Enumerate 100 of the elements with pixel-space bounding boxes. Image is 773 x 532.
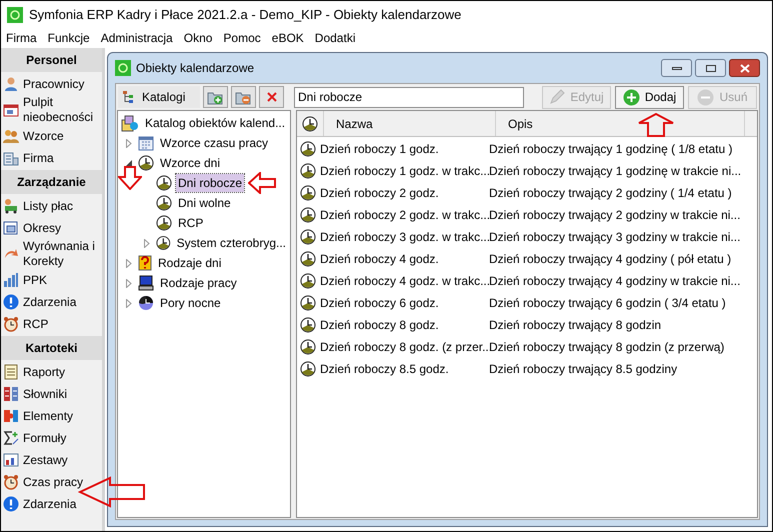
clock-icon <box>300 273 316 289</box>
puzzle-icon <box>3 408 19 424</box>
tree-item[interactable]: Rodzaje pracy <box>158 274 239 292</box>
name-field[interactable]: Dni robocze <box>294 86 524 108</box>
add-folder-button[interactable] <box>203 86 228 108</box>
sidebar-item[interactable]: Pulpit nieobecności <box>1 95 102 125</box>
clock-icon <box>156 235 171 251</box>
close-button[interactable] <box>729 59 760 77</box>
collapse-triangle-icon[interactable] <box>126 160 132 166</box>
expand-triangle-icon[interactable] <box>126 278 132 288</box>
sidebar-item[interactable]: RCP <box>1 313 102 335</box>
clock-icon <box>300 361 316 377</box>
table-cell-text: Dzień roboczy 1 godz. w trakc... <box>319 163 489 180</box>
table-cell-text: Dzień roboczy 6 godz. <box>319 295 440 312</box>
remove-folder-button[interactable] <box>231 86 256 108</box>
window-icon <box>3 220 19 236</box>
sidebar-item[interactable]: Wzorce <box>1 125 102 147</box>
sidebar-item[interactable]: Zestawy <box>1 449 102 471</box>
clock-icon <box>300 185 316 201</box>
clock-icon <box>138 155 154 171</box>
expand-triangle-icon[interactable] <box>126 298 132 308</box>
table-cell-text: Dzień roboczy 8 godz. <box>319 317 440 334</box>
table-cell-text: Dzień roboczy trwający 6 godzin ( 3/4 etatu ) <box>489 295 726 312</box>
sidebar-item[interactable]: Okresy <box>1 217 102 239</box>
menu-item[interactable]: eBOK <box>272 29 304 47</box>
tree-item[interactable]: Katalog obiektów kalend... <box>143 114 288 132</box>
catalog-icon <box>121 114 139 132</box>
sidebar-item[interactable]: Czas pracy <box>1 471 102 493</box>
callout-arrow <box>248 172 276 194</box>
table-cell-text: Dzień roboczy trwający 3 godziny w trakcie ni... <box>489 229 740 246</box>
table-cell-text: Dzień roboczy 4 godz. <box>319 251 440 268</box>
tree-item[interactable]: RCP <box>176 214 206 232</box>
tree-item[interactable]: Pory nocne <box>158 294 223 312</box>
question-icon <box>138 255 152 271</box>
menu-item[interactable]: Funkcje <box>48 29 90 47</box>
table-cell-text: Dzień roboczy trwający 2 godziny ( 1/4 etatu ) <box>489 185 732 202</box>
clock-icon <box>300 317 316 333</box>
tree-item[interactable]: Wzorce dni <box>158 154 222 172</box>
sidebar-item[interactable]: Wyrównania i Korekty <box>1 239 102 269</box>
minus-icon <box>697 88 714 106</box>
column-header[interactable]: Nazwa <box>323 111 495 136</box>
column-header[interactable]: Opis <box>495 111 745 136</box>
table-cell-text: Dzień roboczy trwający 8.5 godziny <box>489 361 678 378</box>
menu-item[interactable]: Firma <box>6 29 37 47</box>
app-logo-icon <box>7 6 23 22</box>
tree-item[interactable]: System czterobryg... <box>174 234 288 252</box>
expand-triangle-icon[interactable] <box>126 258 132 268</box>
section-header[interactable]: Zarządzanie <box>1 170 102 194</box>
calendar-icon <box>138 135 154 151</box>
table-cell-text: Dzień roboczy trwający 8 godzin <box>489 317 662 334</box>
clock-icon <box>300 207 316 223</box>
tree-item[interactable]: Rodzaje dni <box>156 254 224 272</box>
books-icon <box>3 386 19 402</box>
section-header[interactable]: Personel <box>1 48 102 72</box>
sidebar-item[interactable]: Listy płac <box>1 195 102 217</box>
expand-triangle-icon[interactable] <box>126 138 132 148</box>
table-cell-text: Dzień roboczy trwający 1 godzinę ( 1/8 etatu ) <box>489 141 732 158</box>
payroll-icon <box>3 198 19 214</box>
minimize-button[interactable] <box>661 59 692 77</box>
maximize-button[interactable] <box>695 59 726 77</box>
tree-item[interactable]: Dni robocze <box>176 174 244 192</box>
window-title: Symfonia ERP Kadry i Płace 2021.2.a - Demo_KIP - Obiekty kalendarzowe <box>29 6 462 24</box>
sidebar-item[interactable]: Słowniki <box>1 383 102 405</box>
sidebar-item[interactable]: Elementy <box>1 405 102 427</box>
sidebar-item[interactable]: Raporty <box>1 361 102 383</box>
table-cell-text: Dzień roboczy 8.5 godz. <box>319 361 450 378</box>
chart-icon <box>3 452 19 468</box>
hierarchy-icon <box>122 90 136 104</box>
child-window-title: Obiekty kalendarzowe <box>136 60 254 77</box>
clock-icon <box>300 229 316 245</box>
plus-icon <box>622 88 640 106</box>
catalogs-button[interactable]: Katalogi <box>118 86 200 108</box>
table-cell-text: Dzień roboczy 4 godz. w trakc... <box>319 273 489 290</box>
menu-item[interactable]: Pomoc <box>223 29 261 47</box>
tree-item[interactable]: Wzorce czasu pracy <box>158 134 270 152</box>
table-cell-text: Dzień roboczy trwający 1 godzinę w trakcie ni... <box>489 163 742 180</box>
delete-button[interactable] <box>259 86 284 108</box>
menu-item[interactable]: Dodatki <box>314 29 356 47</box>
calendar-icon <box>3 102 19 118</box>
sidebar-item[interactable]: PPK <box>1 269 102 291</box>
alarm-clock-icon <box>3 316 19 332</box>
add-button[interactable]: Dodaj <box>615 86 684 108</box>
info-icon <box>3 496 19 512</box>
sigma-icon <box>3 430 19 446</box>
menu-item[interactable]: Okno <box>184 29 212 47</box>
sidebar-item[interactable]: Zdarzenia <box>1 493 102 515</box>
sidebar-item[interactable]: Firma <box>1 147 102 169</box>
night-clock-icon <box>138 295 154 311</box>
clock-icon <box>302 116 318 132</box>
sidebar-item[interactable]: Pracownicy <box>1 73 102 95</box>
section-header[interactable]: Kartoteki <box>1 336 102 360</box>
callout-arrow <box>638 113 674 137</box>
tree-item[interactable]: Dni wolne <box>176 194 233 212</box>
sidebar-item[interactable]: Zdarzenia <box>1 291 102 313</box>
clock-icon <box>300 141 316 157</box>
sidebar-item[interactable]: Formuły <box>1 427 102 449</box>
expand-triangle-icon[interactable] <box>144 238 150 248</box>
clock-icon <box>156 195 172 211</box>
menu-item[interactable]: Administracja <box>100 29 173 47</box>
table-cell-text: Dzień roboczy trwający 4 godziny w trakcie ni... <box>489 273 740 290</box>
